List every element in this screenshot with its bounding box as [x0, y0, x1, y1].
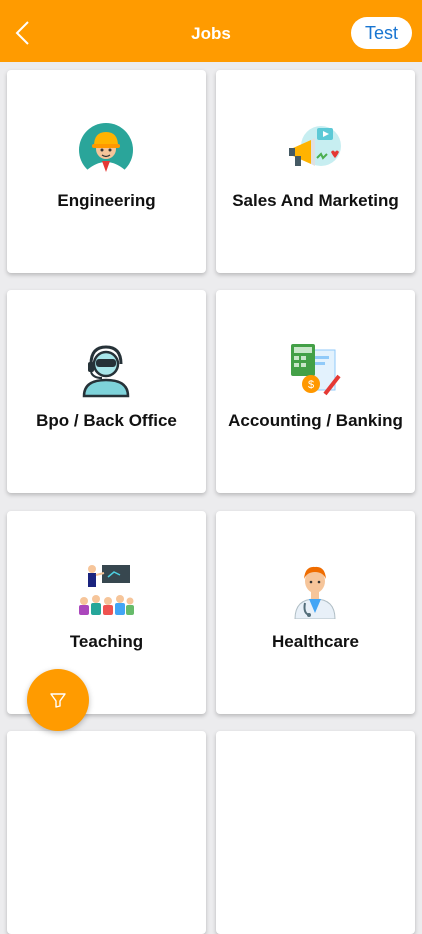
- category-label: Accounting / Banking: [228, 411, 403, 430]
- category-label: Healthcare: [272, 632, 359, 651]
- category-label: Engineering: [57, 191, 156, 210]
- teacher-class-icon: [79, 565, 134, 615]
- category-card-partial[interactable]: [7, 731, 206, 934]
- app-header: Jobs Test: [0, 0, 422, 62]
- back-button[interactable]: [10, 18, 38, 48]
- category-card-engineering[interactable]: Engineering: [7, 70, 206, 273]
- test-button[interactable]: Test: [351, 17, 412, 49]
- calculator-invoice-icon: $: [291, 344, 341, 396]
- megaphone-icon: [289, 126, 341, 166]
- category-card-healthcare[interactable]: Healthcare: [216, 511, 415, 714]
- category-card-sales-and-marketing[interactable]: Sales And Marketing: [216, 70, 415, 273]
- filter-button[interactable]: [27, 669, 89, 731]
- category-card-partial[interactable]: [216, 731, 415, 934]
- category-label: Teaching: [69, 632, 144, 651]
- filter-icon: [50, 693, 66, 708]
- svg-text:$: $: [308, 379, 314, 391]
- headset-agent-icon: [82, 345, 130, 398]
- engineer-icon: [79, 123, 133, 178]
- category-label: Bpo / Back Office: [36, 411, 177, 430]
- category-label: Sales And Marketing: [232, 191, 399, 210]
- category-card-accounting-banking[interactable]: $ Accounting / Banking: [216, 290, 415, 493]
- back-chevron-icon: [15, 21, 29, 45]
- category-card-bpo[interactable]: Bpo / Back Office: [7, 290, 206, 493]
- doctor-icon: [294, 566, 336, 619]
